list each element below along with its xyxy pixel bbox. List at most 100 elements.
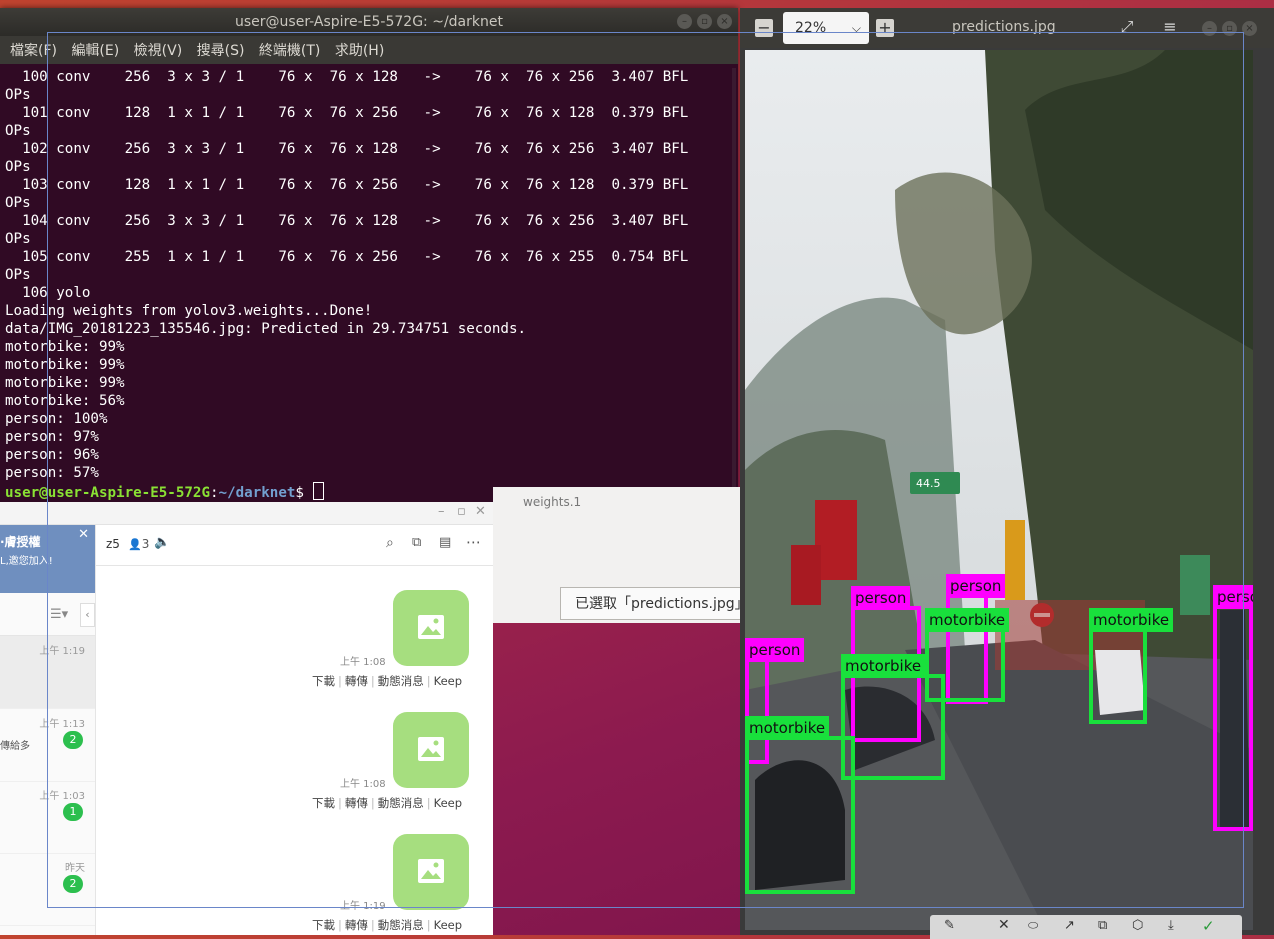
menu-terminal[interactable]: 終端機(T) bbox=[259, 43, 320, 59]
road-sign-text: 44.5 bbox=[916, 477, 941, 490]
menu-help[interactable]: 求助(H) bbox=[335, 43, 384, 59]
terminal-line: 104 conv 256 3 x 3 / 1 76 x 76 x 128 -> … bbox=[5, 213, 689, 229]
terminal-line: person: 100% bbox=[5, 411, 108, 427]
keep-link[interactable]: Keep bbox=[434, 918, 462, 932]
minimize-button[interactable]: – bbox=[1202, 21, 1217, 36]
zoom-select[interactable]: 22% ⌵ bbox=[783, 12, 869, 44]
close-button[interactable]: × bbox=[717, 14, 732, 29]
chat-time: 上午 1:13 bbox=[39, 719, 85, 730]
chat-window: – ▫ ✕ ·膚授權 L,邀您加入! ✕ ☰▾ ‹ 上午 1:19 上午 1:1… bbox=[0, 502, 493, 935]
chat-time: 昨天 bbox=[65, 863, 85, 874]
prompt-separator: : bbox=[210, 485, 219, 501]
minimize-button[interactable]: – bbox=[438, 504, 445, 519]
message-time: 上午 1:08 bbox=[340, 779, 386, 790]
image-icon bbox=[418, 615, 444, 639]
terminal-scrollbar[interactable] bbox=[732, 68, 736, 503]
close-button[interactable]: ✕ bbox=[475, 504, 486, 519]
maximize-button[interactable]: ▫ bbox=[457, 504, 466, 519]
detection-label: person bbox=[851, 586, 911, 610]
image-message[interactable] bbox=[393, 590, 469, 666]
notice-banner[interactable]: ·膚授權 L,邀您加入! ✕ bbox=[0, 525, 95, 593]
menu-icon[interactable]: ≡ bbox=[1159, 16, 1181, 38]
chat-list-item[interactable]: 上午 1:03 1 bbox=[0, 781, 95, 854]
confirm-icon[interactable]: ✓ bbox=[1202, 917, 1215, 935]
detection-label: motorbike bbox=[1089, 608, 1174, 632]
post-link[interactable]: 動態消息 bbox=[378, 674, 424, 688]
download-icon[interactable]: ⤓ bbox=[1168, 918, 1174, 933]
maximize-button[interactable]: ▫ bbox=[697, 14, 712, 29]
maximize-button[interactable]: ▫ bbox=[1222, 21, 1237, 36]
file-manager-window: weights.1 已選取「predictions.jpg」 bbox=[493, 487, 760, 623]
close-icon[interactable]: ✕ bbox=[78, 527, 89, 542]
chat-list-item[interactable]: 上午 1:13 傳給多 2 bbox=[0, 709, 95, 782]
crop-icon[interactable]: ✎ bbox=[944, 918, 955, 933]
terminal-output[interactable]: 100 conv 256 3 x 3 / 1 76 x 76 x 128 -> … bbox=[5, 68, 730, 503]
search-icon[interactable]: ⌕ bbox=[386, 535, 394, 551]
menu-view[interactable]: 檢視(V) bbox=[134, 43, 183, 59]
copy-icon[interactable]: ⧉ bbox=[412, 535, 421, 550]
members-icon: 👤 bbox=[128, 538, 142, 551]
prediction-image[interactable]: 44.5 person person person person motorbi… bbox=[745, 50, 1253, 930]
menu-edit[interactable]: 編輯(E) bbox=[71, 43, 119, 59]
detection-box-motorbike: motorbike bbox=[1089, 608, 1174, 724]
detection-box-motorbike: motorbike bbox=[745, 716, 855, 894]
chat-titlebar[interactable]: – ▫ ✕ bbox=[0, 502, 493, 525]
notes-icon[interactable]: ▤ bbox=[439, 535, 451, 550]
terminal-line: 105 conv 255 1 x 1 / 1 76 x 76 x 256 -> … bbox=[5, 249, 689, 265]
chat-list-item[interactable]: 上午 1:19 bbox=[0, 636, 95, 709]
collapse-panel-button[interactable]: ‹ bbox=[80, 603, 95, 627]
terminal-line: OPs bbox=[5, 231, 31, 247]
image-viewer-window: − 22% ⌵ + predictions.jpg ⤢ ≡ – ▫ × 44.5… bbox=[740, 8, 1274, 939]
member-count[interactable]: 👤3 bbox=[128, 537, 149, 551]
zoom-in-button[interactable]: + bbox=[876, 19, 894, 37]
detection-label: person bbox=[1213, 585, 1253, 609]
more-icon[interactable]: ⋯ bbox=[466, 533, 481, 551]
delete-icon[interactable]: ✕ bbox=[998, 917, 1010, 933]
image-icon bbox=[418, 737, 444, 761]
download-link[interactable]: 下載 bbox=[312, 918, 335, 932]
chevron-down-icon: ⌵ bbox=[851, 21, 861, 35]
chat-list-panel: ·膚授權 L,邀您加入! ✕ ☰▾ ‹ 上午 1:19 上午 1:13 傳給多 … bbox=[0, 525, 96, 935]
image-message[interactable] bbox=[393, 834, 469, 910]
sort-menu-icon[interactable]: ☰▾ bbox=[50, 607, 68, 622]
chat-list-item[interactable]: 昨天 2 bbox=[0, 853, 95, 926]
menu-search[interactable]: 搜尋(S) bbox=[197, 43, 245, 59]
post-link[interactable]: 動態消息 bbox=[378, 796, 424, 810]
close-button[interactable]: × bbox=[1242, 21, 1257, 36]
gif-icon[interactable]: ⬭ bbox=[1028, 918, 1038, 933]
forward-link[interactable]: 轉傳 bbox=[345, 674, 368, 688]
terminal-line: 106 yolo bbox=[5, 285, 91, 301]
keep-link[interactable]: Keep bbox=[434, 674, 462, 688]
terminal-titlebar[interactable]: user@user-Aspire-E5-572G: ~/darknet – ▫ … bbox=[0, 8, 738, 36]
copy-icon[interactable]: ⧉ bbox=[1098, 918, 1107, 933]
settings-icon[interactable]: ⬡ bbox=[1132, 918, 1143, 933]
forward-link[interactable]: 轉傳 bbox=[345, 918, 368, 932]
share-icon[interactable]: ↗ bbox=[1064, 918, 1075, 933]
menu-file[interactable]: 檔案(F) bbox=[10, 43, 57, 59]
image-message[interactable] bbox=[393, 712, 469, 788]
selection-status: 已選取「predictions.jpg」 bbox=[560, 587, 760, 620]
message-time: 上午 1:19 bbox=[340, 901, 386, 912]
detection-label: motorbike bbox=[841, 654, 926, 678]
keep-link[interactable]: Keep bbox=[434, 796, 462, 810]
zoom-out-button[interactable]: − bbox=[755, 19, 773, 37]
terminal-cursor bbox=[312, 482, 324, 500]
terminal-line: OPs bbox=[5, 159, 31, 175]
message-actions: 下載 | 轉傳 | 動態消息 | Keep bbox=[312, 674, 463, 688]
terminal-line: Loading weights from yolov3.weights...Do… bbox=[5, 303, 373, 319]
minimize-button[interactable]: – bbox=[677, 14, 692, 29]
unread-badge: 2 bbox=[63, 875, 83, 893]
terminal-line: person: 96% bbox=[5, 447, 99, 463]
detection-box-motorbike: motorbike bbox=[841, 654, 945, 780]
detection-label: person bbox=[946, 574, 1006, 598]
download-link[interactable]: 下載 bbox=[312, 674, 335, 688]
viewer-action-bar: ✎ ✕ ⬭ ↗ ⧉ ⬡ ⤓ ✓ bbox=[930, 915, 1242, 939]
speaker-icon[interactable]: 🔈 bbox=[154, 535, 170, 550]
image-icon bbox=[418, 859, 444, 883]
forward-link[interactable]: 轉傳 bbox=[345, 796, 368, 810]
fullscreen-icon[interactable]: ⤢ bbox=[1116, 16, 1138, 38]
terminal-line: motorbike: 99% bbox=[5, 375, 125, 391]
viewer-title: predictions.jpg bbox=[952, 19, 1056, 35]
post-link[interactable]: 動態消息 bbox=[378, 918, 424, 932]
download-link[interactable]: 下載 bbox=[312, 796, 335, 810]
